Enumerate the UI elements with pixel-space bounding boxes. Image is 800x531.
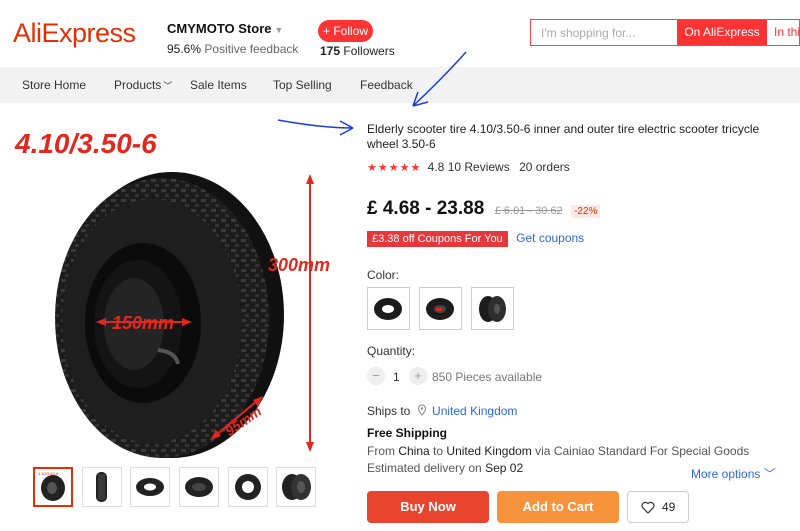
- ships-to-row: Ships to United Kingdom: [367, 404, 517, 418]
- size-title: 4.10/3.50-6: [15, 128, 157, 159]
- search-aliexpress-button[interactable]: On AliExpress: [677, 20, 767, 45]
- thumbnail[interactable]: [82, 467, 122, 507]
- thumbnail[interactable]: 4.10/3.50-6: [33, 467, 73, 507]
- positive-feedback-label: Positive feedback: [204, 42, 299, 56]
- color-option[interactable]: [471, 287, 514, 330]
- orders-count: 20 orders: [519, 160, 570, 174]
- dimension-inner-label: 150mm: [112, 313, 175, 333]
- quantity-label: Quantity:: [367, 344, 416, 358]
- more-options-label[interactable]: More options: [691, 467, 760, 481]
- store-header: AliExpress CMYMOTO Store ▼ 95.6% Positive…: [0, 0, 800, 67]
- color-option[interactable]: [419, 287, 462, 330]
- search-input[interactable]: [531, 20, 676, 45]
- chevron-down-icon[interactable]: ﹀: [163, 81, 172, 91]
- positive-feedback-pct: 95.6%: [167, 42, 202, 56]
- search-store-button[interactable]: In thi: [768, 20, 800, 45]
- tire-thumbnail-icon: 4.10/3.50-6: [38, 471, 65, 501]
- heart-icon: [641, 501, 655, 514]
- quantity-increment-button[interactable]: +: [409, 367, 427, 385]
- estimated-delivery-date: Sep 02: [485, 461, 524, 475]
- tire-thumbnail-icon: [96, 472, 107, 502]
- chevron-down-icon[interactable]: ▼: [275, 25, 284, 35]
- nav-sale-items[interactable]: Sale Items: [190, 78, 247, 92]
- followers-count: 175 Followers: [320, 44, 395, 58]
- tire-option-icon: [426, 298, 454, 320]
- quantity-decrement-button[interactable]: −: [367, 367, 385, 385]
- follow-button[interactable]: + Follow: [318, 20, 373, 42]
- estimated-delivery-prefix: Estimated delivery on: [367, 461, 482, 475]
- quantity-value[interactable]: 1: [393, 370, 400, 384]
- product-title: Elderly scooter tire 4.10/3.50-6 inner a…: [367, 122, 760, 151]
- wishlist-button[interactable]: 49: [627, 491, 689, 523]
- tire-thumbnail-icon: [282, 474, 311, 500]
- main-product-image[interactable]: [10, 118, 330, 458]
- estimated-delivery: Estimated delivery on Sep 02: [367, 461, 523, 475]
- ships-to-label: Ships to: [367, 404, 411, 418]
- from-prefix: From: [367, 444, 395, 458]
- coupon-row: £3.38 off Coupons For You Get coupons: [367, 229, 584, 247]
- tire-thumbnail-icon: [185, 477, 213, 497]
- ships-to-country[interactable]: United Kingdom: [432, 404, 517, 418]
- from-country: China: [398, 444, 430, 458]
- shipping-method: via Cainiao Standard For Special Goods: [535, 444, 750, 458]
- reviews-link[interactable]: 10 Reviews: [448, 160, 510, 174]
- price-range: £ 4.68 - 23.88: [367, 198, 485, 219]
- nav-store-home[interactable]: Store Home: [22, 78, 86, 92]
- followers-label: Followers: [343, 44, 395, 58]
- star-rating-icon[interactable]: ★★★★★: [367, 162, 421, 174]
- shipping-route: From China to United Kingdom via Cainiao…: [367, 444, 749, 458]
- svg-text:4.10/3.50-6: 4.10/3.50-6: [38, 471, 59, 476]
- store-feedback: 95.6% Positive feedback: [167, 42, 298, 56]
- thumbnail[interactable]: [179, 467, 219, 507]
- nav-feedback[interactable]: Feedback: [360, 78, 413, 92]
- wishlist-count: 49: [662, 500, 676, 514]
- dimension-height-label: 300mm: [268, 255, 331, 275]
- thumbnail[interactable]: [130, 467, 170, 507]
- thumbnail[interactable]: [276, 467, 316, 507]
- nav-products[interactable]: Products ﹀: [114, 78, 172, 92]
- coupon-badge[interactable]: £3.38 off Coupons For You: [367, 231, 508, 247]
- chevron-down-icon[interactable]: ﹀: [764, 467, 776, 481]
- store-name[interactable]: CMYMOTO Store: [167, 21, 272, 36]
- tire-option-icon: [374, 298, 402, 320]
- tire-thumbnail-icon: [235, 474, 261, 500]
- store-nav: Store Home Products ﹀ Sale Items Top Sell…: [0, 67, 800, 103]
- followers-number: 175: [320, 44, 341, 58]
- nav-products-label[interactable]: Products: [114, 78, 161, 92]
- to-prefix: to: [433, 444, 444, 458]
- tire-thumbnail-icon: [136, 478, 164, 496]
- buy-now-button[interactable]: Buy Now: [367, 491, 489, 523]
- store-name-block[interactable]: CMYMOTO Store ▼: [167, 20, 283, 38]
- tire-image: [55, 172, 314, 458]
- color-label: Color:: [367, 268, 400, 282]
- location-pin-icon: [417, 404, 426, 416]
- more-options-link[interactable]: More options ﹀: [691, 465, 776, 482]
- annotation-arrowhead: [339, 120, 354, 136]
- to-country: United Kingdom: [446, 444, 532, 458]
- search-bar: On AliExpress In thi: [530, 19, 800, 46]
- pieces-available: 850 Pieces available: [432, 370, 543, 384]
- discount-badge: -22%: [571, 205, 601, 218]
- thumbnail[interactable]: [228, 467, 268, 507]
- color-option[interactable]: [367, 287, 410, 330]
- original-price: £ 6.01 - 30.62: [494, 205, 563, 217]
- free-shipping-label: Free Shipping: [367, 426, 448, 440]
- get-coupons-link[interactable]: Get coupons: [516, 231, 584, 245]
- add-to-cart-button[interactable]: Add to Cart: [497, 491, 619, 523]
- rating-value: 4.8: [427, 160, 445, 174]
- tire-option-icon: [479, 296, 506, 322]
- price-row: £ 4.68 - 23.88 £ 6.01 - 30.62 -22%: [367, 198, 601, 220]
- aliexpress-logo[interactable]: AliExpress: [13, 18, 136, 49]
- nav-top-selling[interactable]: Top Selling: [273, 78, 332, 92]
- rating-row: ★★★★★ 4.8 5 10 Reviews 20 orders: [367, 160, 570, 174]
